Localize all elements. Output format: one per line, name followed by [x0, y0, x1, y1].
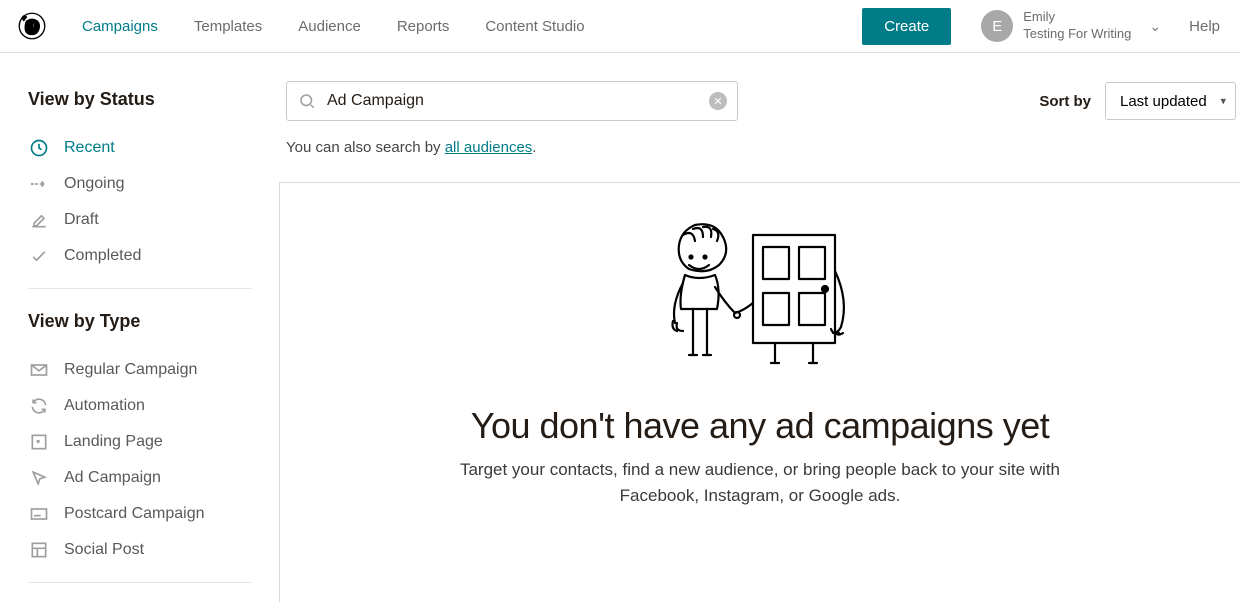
sidebar-type-heading: View by Type [28, 311, 280, 332]
main-content: ✕ Sort by Last updated You can also sear… [280, 53, 1240, 576]
empty-subtitle: Target your contacts, find a new audienc… [440, 457, 1080, 508]
sidebar-item-label: Recent [64, 139, 115, 157]
sidebar-item-automation[interactable]: Automation [28, 388, 280, 424]
clock-icon [28, 137, 50, 159]
search-icon [297, 91, 317, 111]
sidebar-item-ad-campaign[interactable]: Ad Campaign [28, 460, 280, 496]
search-box: ✕ [286, 81, 738, 121]
search-input[interactable] [327, 92, 699, 110]
empty-title: You don't have any ad campaigns yet [320, 405, 1200, 447]
hint-suffix: . [532, 139, 536, 156]
empty-state-panel: You don't have any ad campaigns yet Targ… [279, 182, 1240, 602]
refresh-icon [28, 395, 50, 417]
hint-prefix: You can also search by [286, 139, 445, 156]
sidebar-item-label: Landing Page [64, 433, 163, 451]
sidebar-item-label: Automation [64, 397, 145, 415]
account-menu[interactable]: E Emily Testing For Writing ⌄ [981, 9, 1161, 43]
sort-select[interactable]: Last updated [1105, 82, 1236, 120]
search-row: ✕ Sort by Last updated [280, 81, 1240, 121]
nav-campaigns[interactable]: Campaigns [82, 18, 158, 35]
account-text: Emily Testing For Writing [1023, 9, 1131, 43]
envelope-icon [28, 359, 50, 381]
sidebar-item-postcard-campaign[interactable]: Postcard Campaign [28, 496, 280, 532]
help-link[interactable]: Help [1189, 18, 1220, 35]
sidebar-item-completed[interactable]: Completed [28, 238, 280, 274]
sort-group: Sort by Last updated [1039, 82, 1240, 120]
nav-templates[interactable]: Templates [194, 18, 262, 35]
all-audiences-link[interactable]: all audiences [445, 139, 533, 156]
sidebar-type-list: Regular Campaign Automation Landing Page… [28, 352, 280, 568]
sidebar-item-label: Social Post [64, 541, 144, 559]
arrow-dotted-icon [28, 173, 50, 195]
nav-content-studio[interactable]: Content Studio [485, 18, 584, 35]
nav-links: Campaigns Templates Audience Reports Con… [82, 18, 862, 35]
postcard-icon [28, 503, 50, 525]
sidebar: View by Status Recent Ongoing Draft [0, 53, 280, 576]
empty-illustration [320, 217, 1200, 377]
sidebar-item-label: Completed [64, 247, 141, 265]
account-name: Emily [1023, 9, 1131, 26]
cursor-icon [28, 467, 50, 489]
sidebar-item-ongoing[interactable]: Ongoing [28, 166, 280, 202]
sidebar-item-label: Regular Campaign [64, 361, 197, 379]
avatar: E [981, 10, 1013, 42]
sidebar-item-label: Ad Campaign [64, 469, 161, 487]
divider [28, 288, 252, 289]
pencil-icon [28, 209, 50, 231]
search-hint: You can also search by all audiences. [286, 139, 1240, 156]
sidebar-status-heading: View by Status [28, 89, 280, 110]
sidebar-item-draft[interactable]: Draft [28, 202, 280, 238]
sidebar-item-regular-campaign[interactable]: Regular Campaign [28, 352, 280, 388]
sidebar-item-landing-page[interactable]: Landing Page [28, 424, 280, 460]
top-nav: Campaigns Templates Audience Reports Con… [0, 0, 1240, 53]
sidebar-item-label: Ongoing [64, 175, 125, 193]
account-subtitle: Testing For Writing [1023, 26, 1131, 43]
heart-page-icon [28, 431, 50, 453]
sidebar-item-label: Postcard Campaign [64, 505, 205, 523]
create-button[interactable]: Create [862, 8, 951, 45]
sidebar-status-list: Recent Ongoing Draft Completed [28, 130, 280, 274]
divider [28, 582, 252, 583]
nav-audience[interactable]: Audience [298, 18, 361, 35]
clear-search-icon[interactable]: ✕ [709, 92, 727, 110]
sidebar-item-label: Draft [64, 211, 99, 229]
sidebar-item-social-post[interactable]: Social Post [28, 532, 280, 568]
layout-icon [28, 539, 50, 561]
chevron-down-icon: ⌄ [1149, 18, 1161, 35]
sort-label: Sort by [1039, 93, 1091, 110]
sidebar-item-recent[interactable]: Recent [28, 130, 280, 166]
nav-reports[interactable]: Reports [397, 18, 450, 35]
check-icon [28, 245, 50, 267]
mailchimp-logo[interactable] [12, 6, 52, 46]
